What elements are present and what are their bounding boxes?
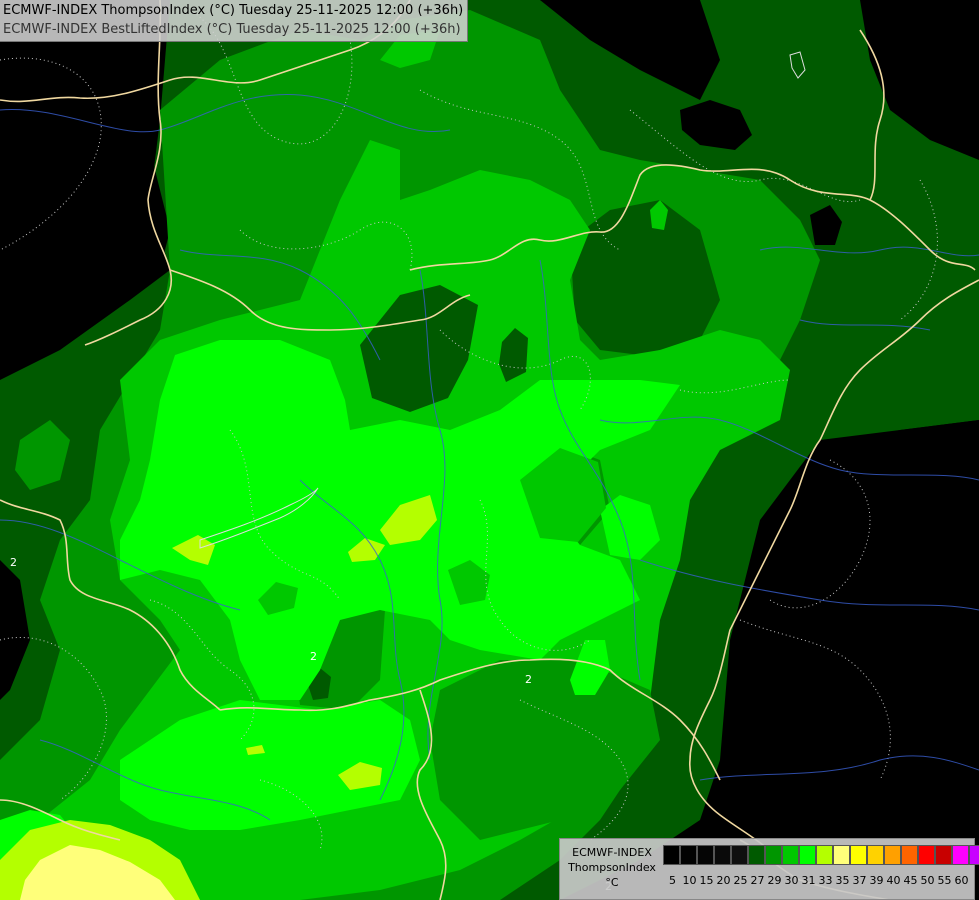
legend-swatch: [850, 845, 867, 865]
legend-label: ECMWF-INDEX ThompsonIndex °C: [564, 845, 660, 890]
map-title-secondary: ECMWF-INDEX BestLiftedIndex (°C) Tuesday…: [3, 22, 461, 37]
legend-tick: 27: [750, 874, 765, 887]
map-title-box: ECMWF-INDEX ThompsonIndex (°C) Tuesday 2…: [0, 0, 469, 42]
legend-tick: 55: [937, 874, 952, 887]
legend-swatch: [697, 845, 714, 865]
legend-swatch: [816, 845, 833, 865]
legend-tick: 10: [682, 874, 697, 887]
legend-model: ECMWF-INDEX: [572, 846, 652, 859]
legend-swatch: [935, 845, 952, 865]
legend-swatch: [884, 845, 901, 865]
map-title-primary: ECMWF-INDEX ThompsonIndex (°C) Tuesday 2…: [3, 3, 464, 18]
legend-swatch: [748, 845, 765, 865]
legend-tick: 35: [835, 874, 850, 887]
legend-parameter: ThompsonIndex: [568, 861, 656, 874]
legend-tick: 29: [767, 874, 782, 887]
legend-tick: 50: [920, 874, 935, 887]
legend-tick: 40: [886, 874, 901, 887]
legend-tick: 45: [903, 874, 918, 887]
map-view[interactable]: 2 2 2 2 ECMWF-INDEX ThompsonIndex (°C) T…: [0, 0, 979, 900]
legend-swatch: [833, 845, 850, 865]
legend-unit: °C: [605, 876, 619, 889]
legend-swatch: [663, 845, 680, 865]
legend-tick: 60: [954, 874, 969, 887]
legend-swatch: [714, 845, 731, 865]
legend-swatch: [867, 845, 884, 865]
legend-swatch: [952, 845, 969, 865]
contour-label: 2: [10, 556, 17, 569]
legend-tick: 30: [784, 874, 799, 887]
legend-tick: 25: [733, 874, 748, 887]
legend-color-bar: [663, 845, 979, 865]
legend-swatch: [731, 845, 748, 865]
legend-tick: 15: [699, 874, 714, 887]
legend-tick: 20: [716, 874, 731, 887]
legend-swatch: [969, 845, 979, 865]
legend-swatch: [799, 845, 816, 865]
legend-tick: 33: [818, 874, 833, 887]
contour-label: 2: [310, 650, 317, 663]
legend-tick: 37: [852, 874, 867, 887]
color-legend: ECMWF-INDEX ThompsonIndex °C 5 10 15 20 25 27…: [559, 838, 979, 900]
legend-swatch: [918, 845, 935, 865]
legend-swatch: [680, 845, 697, 865]
legend-swatch: [782, 845, 799, 865]
legend-tick: 39: [869, 874, 884, 887]
legend-swatch: [765, 845, 782, 865]
legend-tick: 5: [669, 874, 676, 887]
legend-tick-labels: 5 10 15 20 25 27 29 30 31 33 35 37 39 40 45 50 55 60: [669, 874, 978, 887]
map-canvas[interactable]: 2 2 2 2: [0, 0, 979, 900]
contour-label: 2: [525, 673, 532, 686]
legend-swatch: [901, 845, 918, 865]
legend-tick: 31: [801, 874, 816, 887]
